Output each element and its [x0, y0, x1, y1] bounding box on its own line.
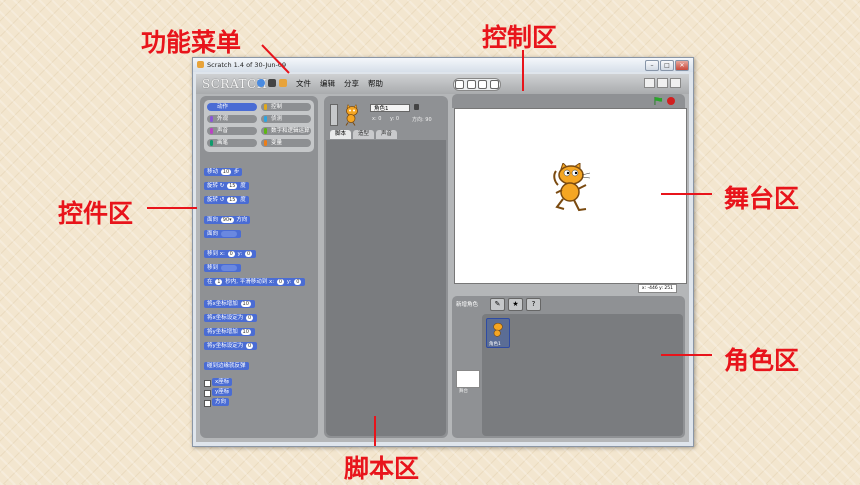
pointer-menu — [261, 44, 290, 74]
callout-pointers — [147, 44, 712, 446]
